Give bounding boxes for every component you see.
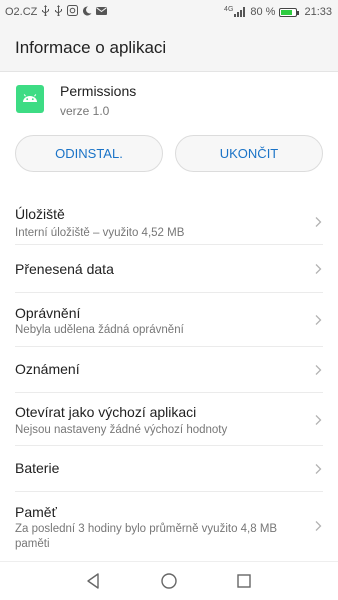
force-stop-button[interactable]: UKONČIT — [175, 135, 323, 172]
carrier-label: O2.CZ — [5, 6, 38, 18]
android-icon — [16, 85, 44, 113]
list-item-title: Paměť — [15, 504, 57, 520]
chevron-right-icon — [315, 464, 322, 474]
navigation-bar — [0, 561, 338, 600]
moon-icon — [82, 5, 92, 19]
battery-level — [281, 9, 293, 15]
list-item-title: Oznámení — [15, 361, 80, 377]
usb-icon — [54, 5, 63, 19]
status-bar-right: 4G 80 % 21:33 — [224, 5, 332, 19]
app-bar: Informace o aplikaci — [0, 24, 338, 72]
list-item-title: Úložiště — [15, 206, 65, 222]
shield-icon — [67, 5, 79, 19]
status-bar-left: O2.CZ — [5, 5, 108, 19]
chevron-right-icon — [315, 315, 322, 325]
list-item-title: Baterie — [15, 460, 60, 476]
signal-icon — [234, 7, 246, 17]
list-item-title: Přenesená data — [15, 261, 114, 277]
mail-icon — [96, 6, 108, 18]
back-icon[interactable] — [85, 572, 101, 590]
clock: 21:33 — [304, 6, 332, 18]
recents-icon[interactable] — [236, 572, 252, 590]
list-item-subtitle: Za poslední 3 hodiny bylo průměrně využi… — [15, 523, 278, 550]
list-item-battery[interactable]: Baterie — [15, 446, 323, 492]
list-item-subtitle: Nebyla udělena žádná oprávnění — [15, 324, 184, 336]
chevron-right-icon — [315, 217, 322, 227]
list-item-storage[interactable]: Úložiště Interní úložiště – využito 4,52… — [15, 188, 323, 245]
list-item-open-by-default[interactable]: Otevírat jako výchozí aplikaci Nejsou na… — [15, 393, 323, 446]
list-item-notifications[interactable]: Oznámení — [15, 347, 323, 393]
list-item-title: Oprávnění — [15, 305, 81, 321]
chevron-right-icon — [315, 264, 322, 274]
uninstall-button[interactable]: ODINSTAL. — [15, 135, 163, 172]
list-item-data-usage[interactable]: Přenesená data — [15, 245, 323, 293]
list-item-subtitle: Nejsou nastaveny žádné výchozí hodnoty — [15, 424, 228, 436]
network-type: 4G — [224, 5, 234, 13]
chevron-right-icon — [315, 365, 322, 375]
status-bar: O2.CZ 4G 80 % 21:33 — [0, 0, 338, 24]
chevron-right-icon — [315, 415, 322, 425]
list-item-subtitle: Interní úložiště – využito 4,52 MB — [15, 227, 185, 239]
battery-percent: 80 % — [250, 6, 276, 18]
list-item-permissions[interactable]: Oprávnění Nebyla udělena žádná oprávnění — [15, 293, 323, 347]
app-settings-list: Úložiště Interní úložiště – využito 4,52… — [0, 188, 338, 562]
home-icon[interactable] — [160, 572, 178, 590]
usb-icon — [41, 5, 50, 19]
battery-icon — [279, 7, 300, 17]
list-item-memory[interactable]: Paměť Za poslední 3 hodiny bylo průměrně… — [15, 492, 323, 562]
chevron-right-icon — [315, 521, 322, 531]
app-info-card: Permissions verze 1.0 — [0, 73, 338, 133]
list-item-title: Otevírat jako výchozí aplikaci — [15, 404, 197, 420]
app-version: verze 1.0 — [60, 104, 110, 118]
page-title: Informace o aplikaci — [15, 37, 167, 57]
app-name: Permissions — [60, 83, 137, 99]
